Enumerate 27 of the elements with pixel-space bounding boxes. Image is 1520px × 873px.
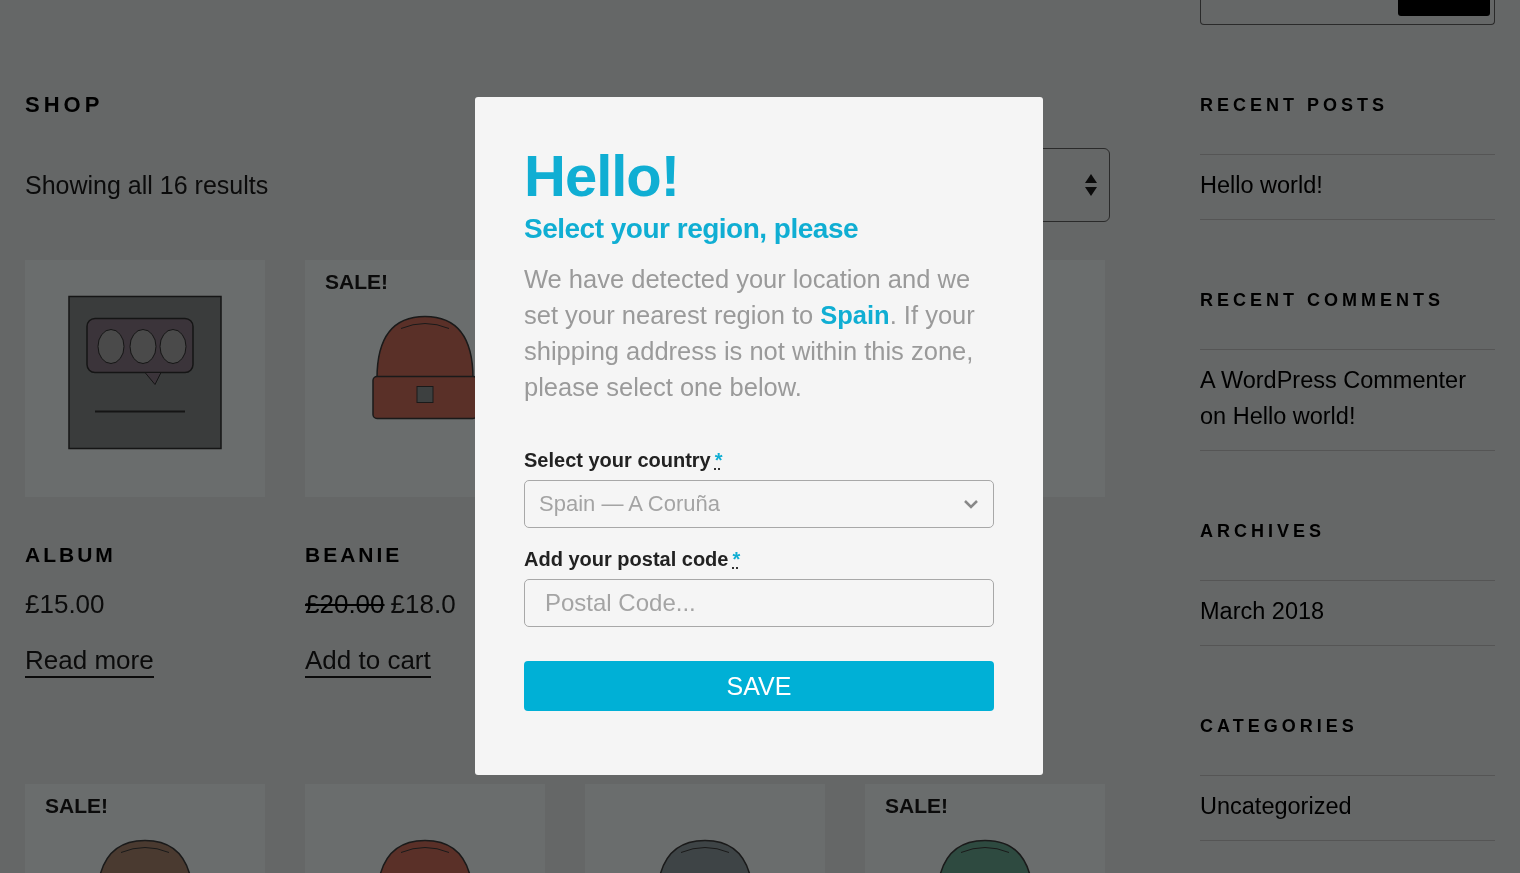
- page-title: SHOP: [25, 92, 105, 118]
- dialog-message: We have detected your location and we set your nearest region to Spain. If your shipping address is not within this zone, please select one below.: [524, 264, 976, 403]
- widget-title: CATEGORIES: [1200, 716, 1359, 737]
- widget-link[interactable]: March 2018: [1200, 580, 1495, 646]
- sale-label: SALE!: [325, 270, 388, 294]
- sale-label: SALE!: [45, 793, 108, 818]
- sale-label: SALE!: [885, 793, 948, 818]
- postal-code-field[interactable]: Postal Code...: [524, 579, 994, 627]
- widget-title: RECENT COMMENTS: [1200, 290, 1445, 311]
- field-label: Add your postal code *: [524, 548, 742, 571]
- country-select[interactable]: Spain — A Coruña: [524, 480, 994, 528]
- widget-title: RECENT POSTS: [1200, 95, 1390, 116]
- widget-link[interactable]: Hello world!: [1200, 154, 1495, 220]
- product-link[interactable]: Read more: [25, 646, 154, 678]
- widget-title: ARCHIVES: [1200, 521, 1326, 542]
- regular-price: £20.00: [305, 589, 385, 620]
- product-title[interactable]: ALBUM: [25, 543, 265, 567]
- widget-link[interactable]: Uncategorized: [1200, 775, 1495, 841]
- dialog-subtitle: Select your region, please: [524, 213, 860, 245]
- result-count: Showing all 16 results: [25, 170, 269, 200]
- product-link[interactable]: Add to cart: [305, 646, 431, 678]
- widget-link[interactable]: A WordPress Commenter on Hello world!: [1200, 349, 1495, 451]
- price: £15.00: [25, 589, 105, 620]
- field-label: Select your country *: [524, 449, 724, 472]
- dialog-title: Hello!: [524, 147, 681, 205]
- save-button[interactable]: SAVE: [524, 661, 994, 711]
- price: £18.0: [390, 589, 456, 620]
